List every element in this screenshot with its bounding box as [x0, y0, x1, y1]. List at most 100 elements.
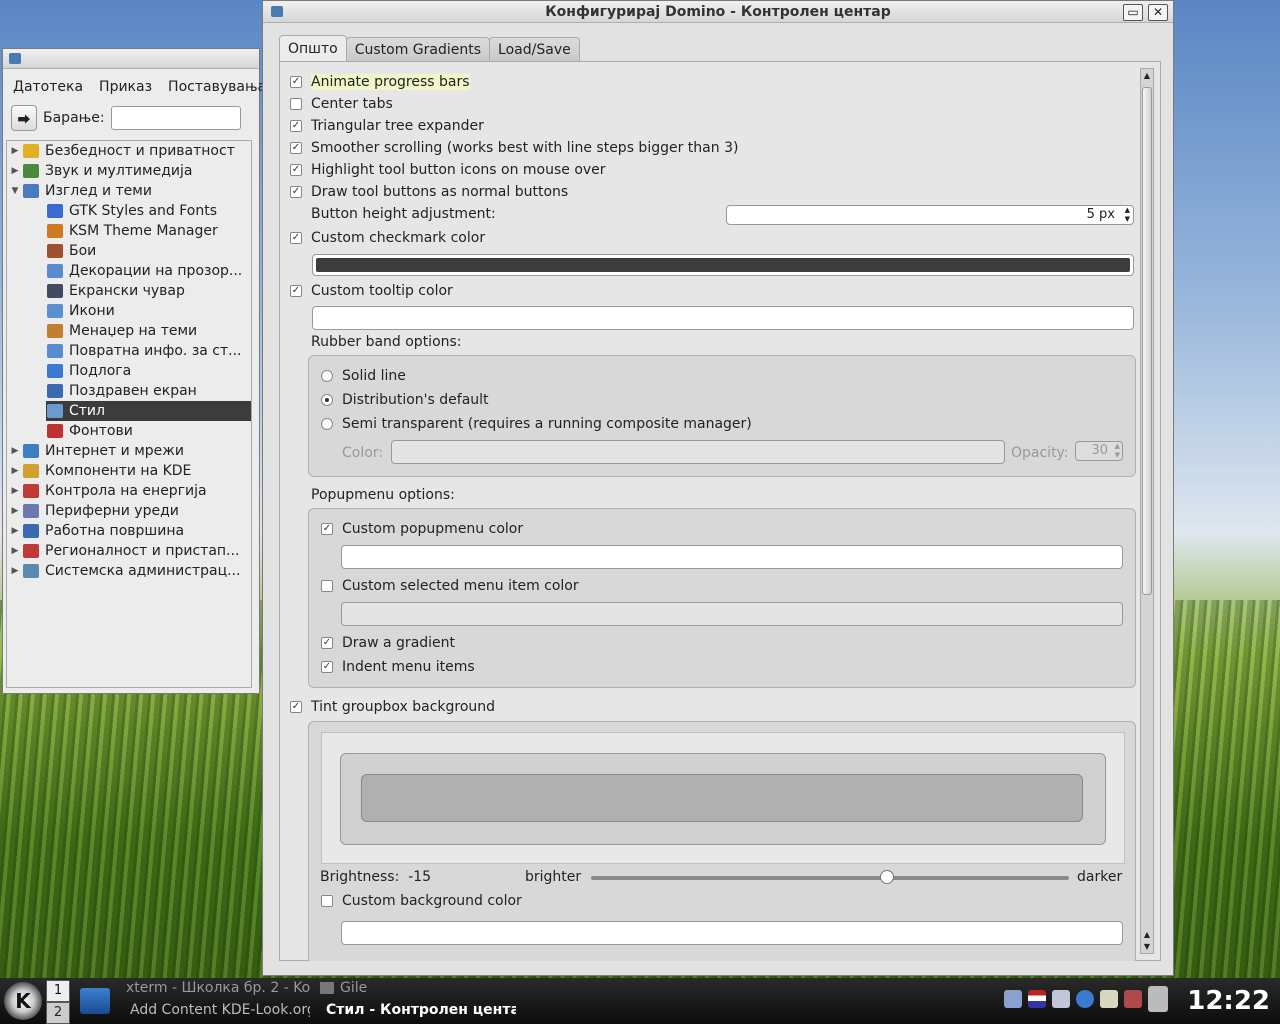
- tree-item[interactable]: Бои: [7, 241, 251, 261]
- highlight-row[interactable]: ✓ Highlight tool button icons on mouse ov…: [290, 162, 606, 178]
- tree-item[interactable]: ▶ Компоненти на KDE: [7, 461, 251, 481]
- tree-item[interactable]: ▼ Изглед и теми: [7, 181, 251, 201]
- custom-popup-row[interactable]: ✓ Custom popupmenu color: [321, 521, 523, 537]
- expand-arrow-icon[interactable]: ▶: [7, 146, 23, 156]
- vertical-scrollbar[interactable]: ▲ ▲ ▼: [1140, 68, 1154, 954]
- expand-arrow-icon[interactable]: ▶: [7, 566, 23, 576]
- tree-item[interactable]: Поздравен екран: [7, 381, 251, 401]
- pager-desktop-1[interactable]: 1: [46, 980, 70, 1002]
- expand-arrow-icon[interactable]: ▶: [7, 506, 23, 516]
- custom-selected-checkbox[interactable]: [321, 580, 333, 592]
- expand-arrow-icon[interactable]: ▶: [7, 466, 23, 476]
- highlight-checkbox[interactable]: ✓: [290, 164, 302, 176]
- checkmark-checkbox[interactable]: ✓: [290, 232, 302, 244]
- center-tabs-row[interactable]: Center tabs: [290, 96, 393, 112]
- network-icon[interactable]: [1076, 990, 1094, 1008]
- dist-default-radio[interactable]: [321, 394, 333, 406]
- slider-handle[interactable]: [880, 870, 895, 884]
- tint-row[interactable]: ✓ Tint groupbox background: [290, 699, 495, 715]
- spin-arrows-icon[interactable]: ▲ ▼: [1125, 206, 1130, 224]
- opacity-spinbox[interactable]: 30 ▲ ▼: [1075, 441, 1123, 461]
- close-button[interactable]: ✕: [1148, 4, 1168, 21]
- draw-tool-row[interactable]: ✓ Draw tool buttons as normal buttons: [290, 184, 568, 200]
- draw-gradient-checkbox[interactable]: ✓: [321, 637, 333, 649]
- semi-transparent-radio[interactable]: [321, 418, 333, 430]
- expand-arrow-icon[interactable]: ▶: [7, 446, 23, 456]
- checkmark-row[interactable]: ✓ Custom checkmark color: [290, 230, 485, 246]
- mail-icon[interactable]: [1052, 990, 1070, 1008]
- custom-bg-row[interactable]: Custom background color: [321, 893, 522, 909]
- smoother-checkbox[interactable]: ✓: [290, 142, 302, 154]
- menu-view[interactable]: Приказ: [99, 79, 152, 101]
- tree-item[interactable]: ▶ Безбедност и приватност: [7, 141, 251, 161]
- module-tree[interactable]: ▶ Безбедност и приватност ▶ Звук и мултимед…: [6, 140, 252, 688]
- indent-row[interactable]: ✓ Indent menu items: [321, 659, 475, 675]
- pager-desktop-2[interactable]: 2: [46, 1002, 70, 1024]
- animate-row[interactable]: ✓ Animate progress bars: [290, 74, 470, 90]
- custom-popup-checkbox[interactable]: ✓: [321, 523, 333, 535]
- popup-color-button[interactable]: [341, 545, 1123, 569]
- custom-selected-row[interactable]: Custom selected menu item color: [321, 578, 579, 594]
- center-tabs-checkbox[interactable]: [290, 98, 302, 110]
- tree-item[interactable]: Менаџер на теми: [7, 321, 251, 341]
- main-titlebar[interactable]: Конфигурирај Domino - Контролен центар ▭…: [263, 1, 1173, 23]
- tooltip-row[interactable]: ✓ Custom tooltip color: [290, 283, 453, 299]
- smoother-row[interactable]: ✓ Smoother scrolling (works best with lin…: [290, 140, 738, 156]
- tree-item[interactable]: Екрански чувар: [7, 281, 251, 301]
- tree-item[interactable]: GTK Styles and Fonts: [7, 201, 251, 221]
- scroll-up-bottom-icon[interactable]: ▲: [1141, 930, 1153, 939]
- triangular-row[interactable]: ✓ Triangular tree expander: [290, 118, 484, 134]
- search-input[interactable]: [110, 106, 241, 130]
- maximize-button[interactable]: ▭: [1123, 4, 1143, 21]
- update-icon[interactable]: [1124, 990, 1142, 1008]
- tree-item[interactable]: ▶ Интернет и мрежи: [7, 441, 251, 461]
- custom-bg-checkbox[interactable]: [321, 895, 333, 907]
- tab-custom-gradients[interactable]: Custom Gradients: [345, 37, 491, 61]
- clear-search-button[interactable]: ⮕: [11, 105, 37, 131]
- triangular-checkbox[interactable]: ✓: [290, 120, 302, 132]
- tooltip-color-button[interactable]: [312, 306, 1134, 330]
- tree-item[interactable]: ▶ Работна површина: [7, 521, 251, 541]
- dist-default-row[interactable]: Distribution's default: [321, 392, 489, 408]
- collapse-arrow-icon[interactable]: ▼: [7, 186, 23, 196]
- draw-gradient-row[interactable]: ✓ Draw a gradient: [321, 635, 455, 651]
- tree-item[interactable]: Подлога: [7, 361, 251, 381]
- expand-arrow-icon[interactable]: ▶: [7, 526, 23, 536]
- scroll-up-icon[interactable]: ▲: [1141, 71, 1153, 80]
- bg-color-button[interactable]: [341, 921, 1123, 945]
- tab-load-save[interactable]: Load/Save: [489, 37, 580, 61]
- control-center-titlebar[interactable]: [3, 49, 259, 69]
- tree-item[interactable]: ▶ Звук и мултимедија: [7, 161, 251, 181]
- tree-item[interactable]: Икони: [7, 301, 251, 321]
- scrollbar-thumb[interactable]: [1142, 87, 1152, 595]
- checkmark-color-button[interactable]: [312, 254, 1134, 276]
- tint-checkbox[interactable]: ✓: [290, 701, 302, 713]
- opacity-arrows-icon[interactable]: ▲ ▼: [1115, 442, 1120, 460]
- scroll-down-icon[interactable]: ▼: [1141, 942, 1153, 951]
- solid-line-radio[interactable]: [321, 370, 333, 382]
- brightness-slider[interactable]: [591, 870, 1069, 884]
- tab-general[interactable]: Општо: [279, 35, 347, 61]
- rubber-color-button[interactable]: [391, 440, 1005, 464]
- expand-arrow-icon[interactable]: ▶: [7, 486, 23, 496]
- menu-file[interactable]: Датотека: [13, 79, 83, 101]
- show-desktop-button[interactable]: [80, 988, 110, 1014]
- trash-icon[interactable]: [1148, 986, 1168, 1012]
- expand-arrow-icon[interactable]: ▶: [7, 546, 23, 556]
- selected-color-button[interactable]: [341, 602, 1123, 626]
- tooltip-checkbox[interactable]: ✓: [290, 285, 302, 297]
- tree-item[interactable]: Повратна инфо. за ст...: [7, 341, 251, 361]
- button-height-spinbox[interactable]: 5 px ▲ ▼: [726, 205, 1134, 225]
- clipboard-icon[interactable]: [1100, 990, 1118, 1008]
- tree-item[interactable]: ▶ Регионалност и пристап...: [7, 541, 251, 561]
- clock[interactable]: 12:22: [1187, 986, 1270, 1016]
- task-gile[interactable]: Gile: [320, 980, 410, 996]
- menu-settings[interactable]: Поставувања: [168, 79, 266, 101]
- tray-app-icon[interactable]: [1004, 990, 1022, 1008]
- tree-item[interactable]: Стил: [46, 401, 251, 421]
- flag-icon[interactable]: [1028, 990, 1046, 1008]
- expand-arrow-icon[interactable]: ▶: [7, 166, 23, 176]
- indent-checkbox[interactable]: ✓: [321, 661, 333, 673]
- tree-item[interactable]: ▶ Периферни уреди: [7, 501, 251, 521]
- task-xterm[interactable]: xterm - Школка бр. 2 - Konsole: [120, 980, 310, 996]
